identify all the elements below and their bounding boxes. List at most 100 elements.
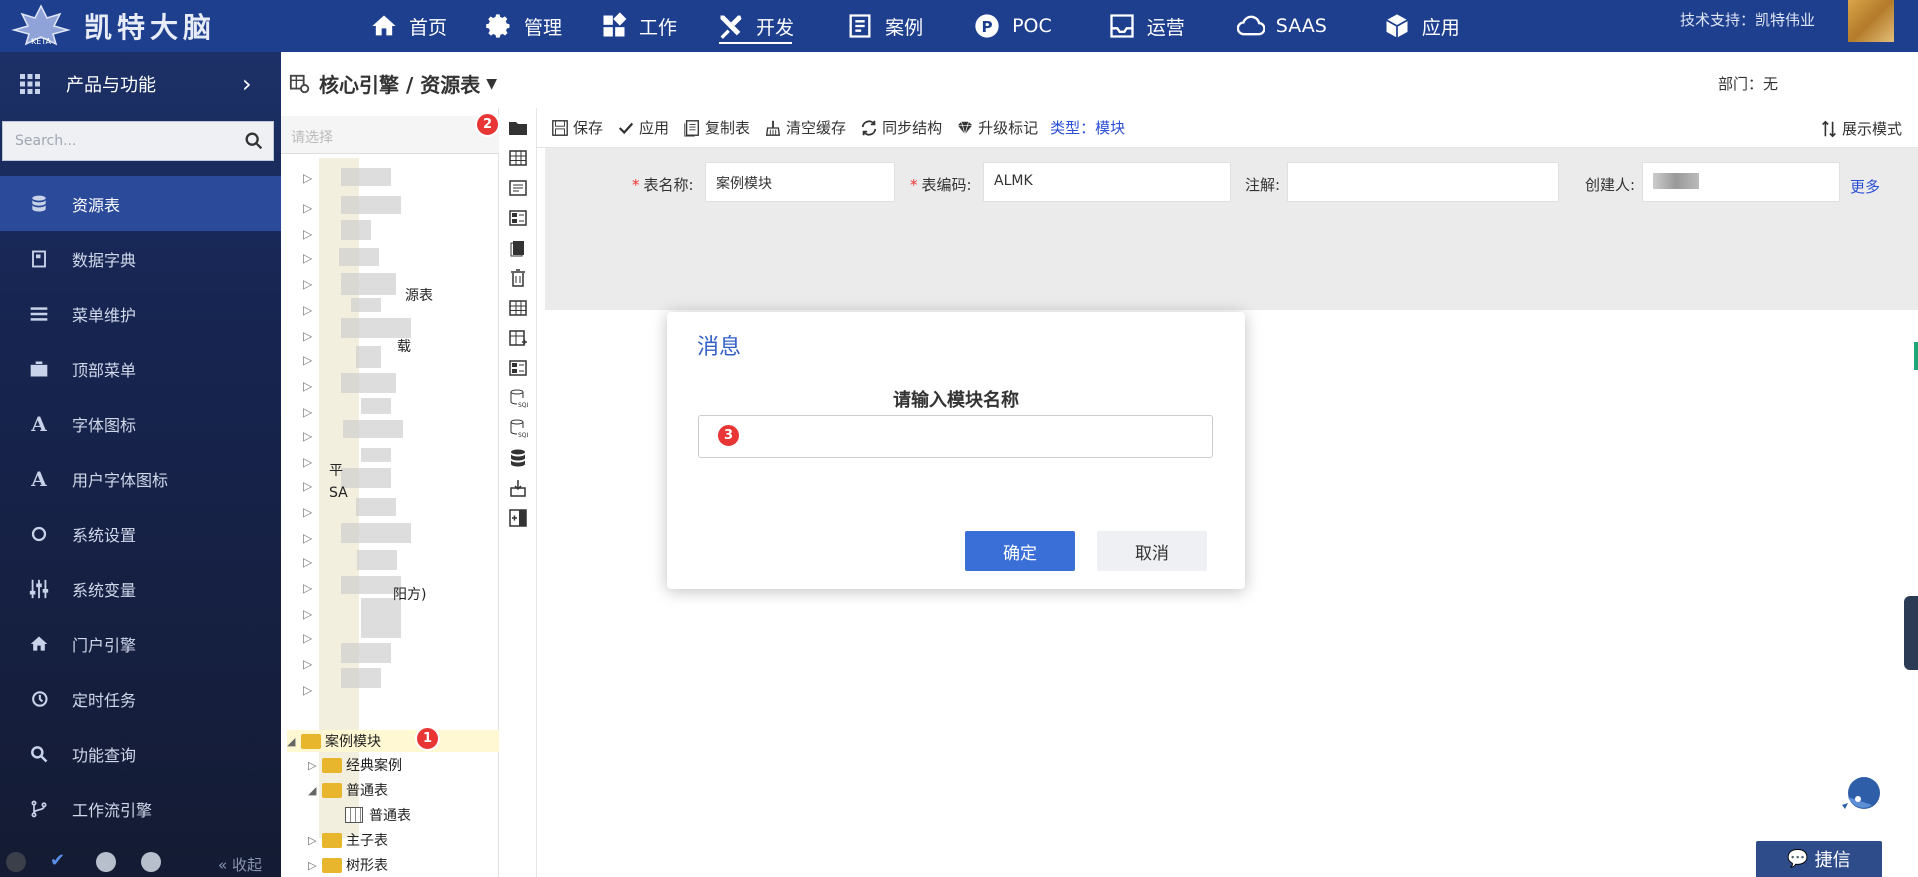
nav-work[interactable]: 工作 (600, 0, 677, 52)
copy-icon[interactable] (508, 238, 528, 258)
chevron-right-icon[interactable]: › (242, 70, 252, 98)
nav-app[interactable]: 应用 (1383, 0, 1460, 52)
table-edit-icon[interactable] (508, 178, 528, 198)
grid-icon (603, 12, 627, 37)
sql-database-icon[interactable]: SQL (508, 418, 528, 438)
font-icon: A (31, 466, 47, 491)
sidebar-item-font-icon[interactable]: A 字体图标 (0, 396, 281, 451)
sidebar-item-label: 用户字体图标 (72, 470, 169, 490)
sidebar-item-resource-table[interactable]: 资源表 (0, 176, 281, 231)
triangle-collapsed-icon[interactable]: ▷ (308, 834, 322, 847)
logo[interactable]: KETA 凯特大脑 (6, 4, 216, 48)
svg-text:▷: ▷ (303, 353, 313, 367)
module-name-input[interactable] (698, 415, 1213, 458)
upgrade-mark-label: 升级标记 (978, 119, 1039, 137)
side-widget[interactable] (1904, 596, 1918, 670)
display-mode-button[interactable]: 展示模式 (1820, 118, 1902, 139)
sidebar-item-data-dictionary[interactable]: 数据字典 (0, 231, 281, 286)
breadcrumb[interactable]: 核心引擎 / 资源表 ▼ (289, 69, 497, 98)
triangle-collapsed-icon[interactable]: ▷ (308, 859, 322, 872)
tree-node[interactable]: ▷ 树形表 (308, 855, 388, 875)
nav-operation[interactable]: 运营 (1108, 0, 1185, 52)
sidebar-item-scheduled-task[interactable]: 定时任务 (0, 671, 281, 726)
svg-text:▷: ▷ (303, 657, 313, 671)
cloud-icon (1236, 15, 1265, 36)
sidebar-item-function-query[interactable]: 功能查询 (0, 726, 281, 781)
status-dot[interactable] (96, 852, 116, 872)
table-code-input[interactable]: ALMK (983, 162, 1231, 202)
sql-database-icon[interactable]: SQL (508, 388, 528, 408)
sidebar-item-system-variables[interactable]: 系统变量 (0, 561, 281, 616)
triangle-expanded-icon[interactable]: ◢ (308, 784, 322, 797)
tree-node[interactable]: ▷ 经典案例 (308, 755, 402, 775)
table-add-icon[interactable] (508, 328, 528, 348)
sidebar-title: 产品与功能 (66, 75, 156, 96)
search-icon (28, 743, 50, 765)
comment-input[interactable] (1287, 162, 1559, 202)
upgrade-mark-button[interactable]: 升级标记 (956, 117, 1038, 138)
sidebar-header[interactable]: 产品与功能 › (0, 52, 281, 116)
tree-partial-label: 平 (329, 463, 343, 479)
sidebar-item-top-menu[interactable]: 顶部菜单 (0, 341, 281, 396)
sidebar-item-workflow-engine[interactable]: 工作流引擎 (0, 781, 281, 836)
comment-label: 注解: (1245, 176, 1281, 194)
nav-home[interactable]: 首页 (370, 0, 447, 52)
display-mode-label: 展示模式 (1842, 120, 1903, 138)
clear-cache-button[interactable]: 清空缓存 (764, 117, 846, 138)
branch-icon (28, 798, 50, 820)
triangle-collapsed-icon[interactable]: ▷ (308, 759, 322, 772)
import-icon[interactable] (508, 478, 528, 498)
save-button[interactable]: 保存 (551, 117, 603, 138)
folder-icon[interactable] (508, 118, 528, 138)
search-icon[interactable] (243, 130, 265, 152)
chat-button[interactable]: 💬 捷信 (1756, 841, 1882, 877)
status-dot[interactable] (6, 852, 26, 872)
panel-icon[interactable] (508, 508, 528, 528)
history-icon (28, 688, 50, 710)
nav-poc[interactable]: P POC (973, 0, 1052, 52)
tool-icon-strip: SQL SQL (499, 108, 537, 877)
table-icon[interactable] (508, 298, 528, 318)
cancel-button[interactable]: 取消 (1097, 531, 1207, 571)
sidebar-item-user-font-icon[interactable]: A 用户字体图标 (0, 451, 281, 506)
nav-develop[interactable]: 开发 (717, 0, 794, 52)
database-icon[interactable] (508, 448, 528, 468)
trash-icon[interactable] (508, 268, 528, 288)
caret-down-icon[interactable]: ▼ (486, 76, 497, 92)
collapse-button[interactable]: « 收起 (218, 854, 262, 875)
logo-text: 凯特大脑 (84, 11, 217, 44)
triangle-expanded-icon[interactable]: ◢ (287, 735, 301, 748)
sidebar-item-label: 门户引擎 (72, 635, 137, 655)
sidebar-item-system-settings[interactable]: 系统设置 (0, 506, 281, 561)
tree-search-input[interactable]: 请选择 (281, 116, 499, 154)
assistant-bird-icon[interactable] (1838, 775, 1884, 819)
sync-structure-button[interactable]: 同步结构 (860, 117, 942, 138)
edge-indicator (1914, 342, 1918, 370)
table-split-icon[interactable] (508, 358, 528, 378)
more-link[interactable]: 更多 (1850, 176, 1880, 197)
copy-table-button[interactable]: 复制表 (683, 117, 750, 138)
creator-input[interactable] (1642, 162, 1840, 202)
apply-button[interactable]: 应用 (617, 117, 669, 138)
avatar[interactable] (1848, 0, 1894, 42)
nav-manage[interactable]: 管理 (485, 0, 562, 52)
status-dot[interactable] (141, 852, 161, 872)
search-input[interactable]: Search... (3, 133, 243, 149)
nav-saas[interactable]: SAAS (1236, 0, 1327, 52)
sidebar-item-menu-maintenance[interactable]: 菜单维护 (0, 286, 281, 341)
tree-node[interactable]: 普通表 (345, 805, 411, 825)
table-icon[interactable] (508, 148, 528, 168)
tree-node[interactable]: ◢ 案例模块 (287, 730, 499, 752)
sidebar-search[interactable]: Search... (2, 121, 274, 161)
table-split-icon[interactable] (508, 208, 528, 228)
nav-case[interactable]: 案例 (846, 0, 923, 52)
table-name-input[interactable]: 案例模块 (705, 162, 895, 202)
tree-node[interactable]: ▷ 主子表 (308, 830, 388, 850)
tree-node[interactable]: ◢ 普通表 (308, 780, 388, 800)
sidebar-item-portal-engine[interactable]: 门户引擎 (0, 616, 281, 671)
svg-text:▷: ▷ (303, 303, 313, 317)
support-text: 技术支持：凯特伟业 (1680, 11, 1816, 29)
check-icon[interactable]: ✔ (50, 850, 65, 871)
folder-open-icon (301, 733, 321, 749)
confirm-button[interactable]: 确定 (965, 531, 1075, 571)
